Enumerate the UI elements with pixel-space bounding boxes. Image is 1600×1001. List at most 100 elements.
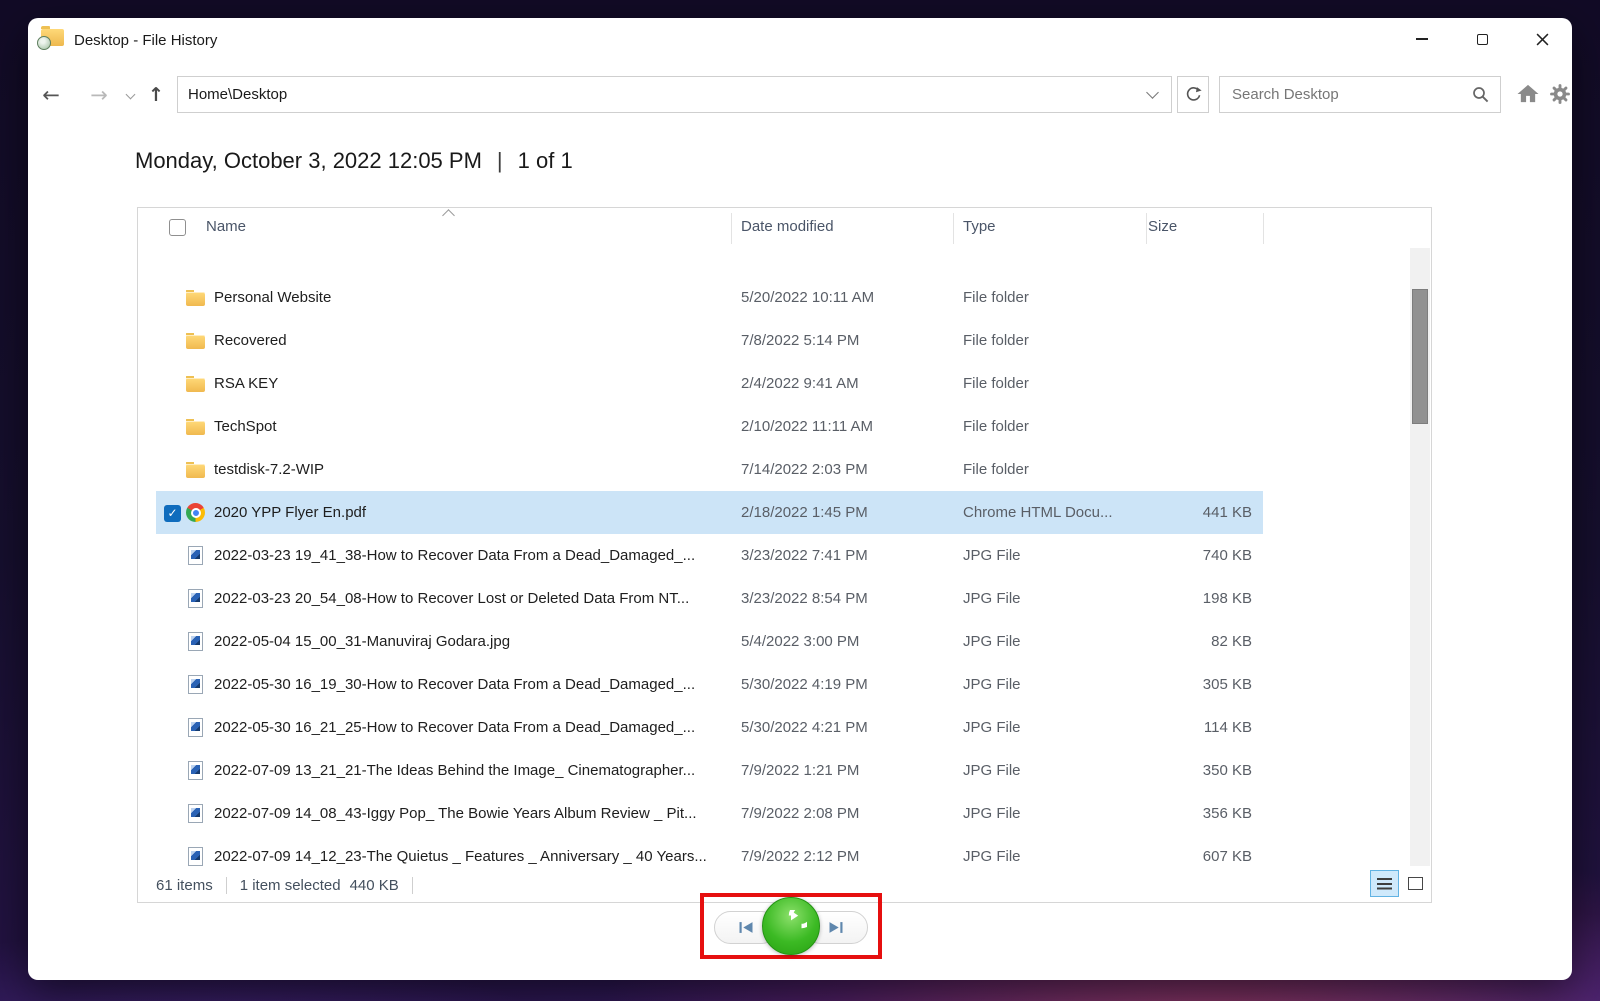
file-type: JPG File: [963, 676, 1021, 693]
file-name: 2022-05-30 16_21_25-How to Recover Data …: [214, 719, 696, 736]
file-date-modified: 7/9/2022 1:21 PM: [741, 762, 860, 779]
file-name: 2022-03-23 19_41_38-How to Recover Data …: [214, 547, 696, 564]
restore-button[interactable]: [762, 897, 820, 955]
column-divider[interactable]: [1146, 213, 1147, 244]
file-row[interactable]: Recovered 7/8/2022 5:14 PM File folder: [156, 319, 1263, 362]
file-size: 740 KB: [1202, 547, 1252, 564]
column-header-name[interactable]: Name: [206, 218, 246, 235]
file-date-modified: 2/10/2022 11:11 AM: [741, 418, 874, 435]
file-type: JPG File: [963, 590, 1021, 607]
home-icon: [1517, 84, 1539, 103]
file-size: 114 KB: [1203, 719, 1252, 736]
file-row[interactable]: 2022-07-09 13_21_21-The Ideas Behind the…: [156, 749, 1263, 792]
chrome-icon: [186, 503, 205, 522]
file-date-modified: 7/14/2022 2:03 PM: [741, 461, 868, 478]
maximize-icon: [1476, 33, 1488, 45]
select-all-checkbox[interactable]: [169, 219, 186, 236]
file-name: testdisk-7.2-WIP: [214, 461, 325, 478]
file-name: Personal Website: [214, 289, 332, 306]
settings-button[interactable]: [1546, 82, 1574, 108]
file-type: JPG File: [963, 547, 1021, 564]
file-type: File folder: [963, 332, 1029, 349]
recent-locations-chevron-icon[interactable]: [125, 89, 136, 100]
address-dropdown-chevron-icon[interactable]: [1146, 86, 1159, 99]
file-type: JPG File: [963, 762, 1021, 779]
status-divider: [411, 876, 413, 894]
window-controls: [1392, 18, 1572, 60]
file-name: 2022-03-23 20_54_08-How to Recover Lost …: [214, 590, 690, 607]
sort-ascending-chevron-icon: [442, 209, 455, 222]
column-divider[interactable]: [731, 213, 732, 244]
items-count-label: 61 items: [156, 876, 213, 894]
file-list-rows: Personal Website 5/20/2022 10:11 AM File…: [138, 276, 1409, 878]
column-header-date-modified[interactable]: Date modified: [741, 218, 834, 235]
column-divider[interactable]: [1263, 213, 1264, 244]
file-type: File folder: [963, 289, 1029, 306]
file-type: JPG File: [963, 633, 1021, 650]
file-row[interactable]: RSA KEY 2/4/2022 9:41 AM File folder: [156, 362, 1263, 405]
details-view-button[interactable]: [1370, 870, 1399, 897]
file-row[interactable]: Personal Website 5/20/2022 10:11 AM File…: [156, 276, 1263, 319]
file-size: 441 KB: [1202, 504, 1252, 521]
file-type: JPG File: [963, 805, 1021, 822]
jpg-file-icon: [188, 847, 203, 866]
file-date-modified: 5/20/2022 10:11 AM: [741, 289, 875, 306]
large-icons-view-button[interactable]: [1401, 870, 1429, 897]
jpg-file-icon: [188, 804, 203, 823]
refresh-button[interactable]: [1177, 76, 1209, 113]
up-button[interactable]: ↑: [141, 76, 171, 113]
folder-icon: [186, 461, 205, 478]
separator: |: [496, 148, 503, 173]
file-date-modified: 7/8/2022 5:14 PM: [741, 332, 860, 349]
address-input[interactable]: [178, 86, 1148, 103]
file-name: Recovered: [214, 332, 287, 349]
file-row[interactable]: TechSpot 2/10/2022 11:11 AM File folder: [156, 405, 1263, 448]
home-button[interactable]: [1514, 82, 1542, 108]
refresh-icon: [1186, 87, 1202, 101]
file-size: 607 KB: [1202, 848, 1252, 865]
file-size: 198 KB: [1202, 590, 1252, 607]
forward-button[interactable]: →: [84, 76, 114, 113]
file-row[interactable]: 2022-05-04 15_00_31-Manuviraj Godara.jpg…: [156, 620, 1263, 663]
column-header-size[interactable]: Size: [1148, 218, 1177, 235]
restore-controls-highlight-box: [700, 893, 882, 959]
file-row[interactable]: ✓ 2020 YPP Flyer En.pdf 2/18/2022 1:45 P…: [156, 491, 1263, 534]
file-row[interactable]: testdisk-7.2-WIP 7/14/2022 2:03 PM File …: [156, 448, 1263, 491]
file-size: 350 KB: [1202, 762, 1252, 779]
jpg-file-icon: [188, 632, 203, 651]
gear-icon: [1550, 83, 1570, 104]
jpg-file-icon: [188, 718, 203, 737]
file-row[interactable]: 2022-03-23 19_41_38-How to Recover Data …: [156, 534, 1263, 577]
file-row[interactable]: 2022-03-23 20_54_08-How to Recover Lost …: [156, 577, 1263, 620]
file-date-modified: 5/30/2022 4:21 PM: [741, 719, 868, 736]
back-button[interactable]: ←: [36, 76, 66, 113]
thumbnail-view-icon: [1407, 877, 1423, 890]
backup-timeline-header: Monday, October 3, 2022 12:05 PM | 1 of …: [135, 148, 573, 174]
file-date-modified: 7/9/2022 2:08 PM: [741, 805, 860, 822]
file-size: 356 KB: [1202, 805, 1252, 822]
vertical-scrollbar[interactable]: [1410, 248, 1430, 866]
file-row[interactable]: 2022-07-09 14_08_43-Iggy Pop_ The Bowie …: [156, 792, 1263, 835]
row-checkbox[interactable]: ✓: [164, 504, 181, 522]
file-name: 2020 YPP Flyer En.pdf: [214, 504, 367, 521]
restore-arrow-icon: [788, 910, 807, 929]
folder-icon: [186, 375, 205, 392]
file-row[interactable]: 2022-05-30 16_21_25-How to Recover Data …: [156, 706, 1263, 749]
status-divider: [225, 876, 227, 894]
search-input[interactable]: [1220, 86, 1472, 103]
search-icon: [1473, 87, 1489, 103]
selection-size-label: 440 KB: [349, 876, 399, 894]
scrollbar-thumb[interactable]: [1412, 289, 1428, 424]
minimize-button[interactable]: [1392, 18, 1452, 60]
file-date-modified: 3/23/2022 7:41 PM: [741, 547, 868, 564]
maximize-button[interactable]: [1452, 18, 1512, 60]
title-bar: Desktop - File History: [28, 18, 1572, 64]
close-button[interactable]: [1512, 18, 1572, 60]
file-name: TechSpot: [214, 418, 277, 435]
file-row[interactable]: 2022-05-30 16_19_30-How to Recover Data …: [156, 663, 1263, 706]
search-box: [1219, 76, 1501, 113]
folder-icon: [186, 332, 205, 349]
column-divider[interactable]: [953, 213, 954, 244]
desktop-wallpaper: { "window": { "title": "Desktop - File H…: [0, 0, 1600, 1001]
column-header-type[interactable]: Type: [963, 218, 996, 235]
